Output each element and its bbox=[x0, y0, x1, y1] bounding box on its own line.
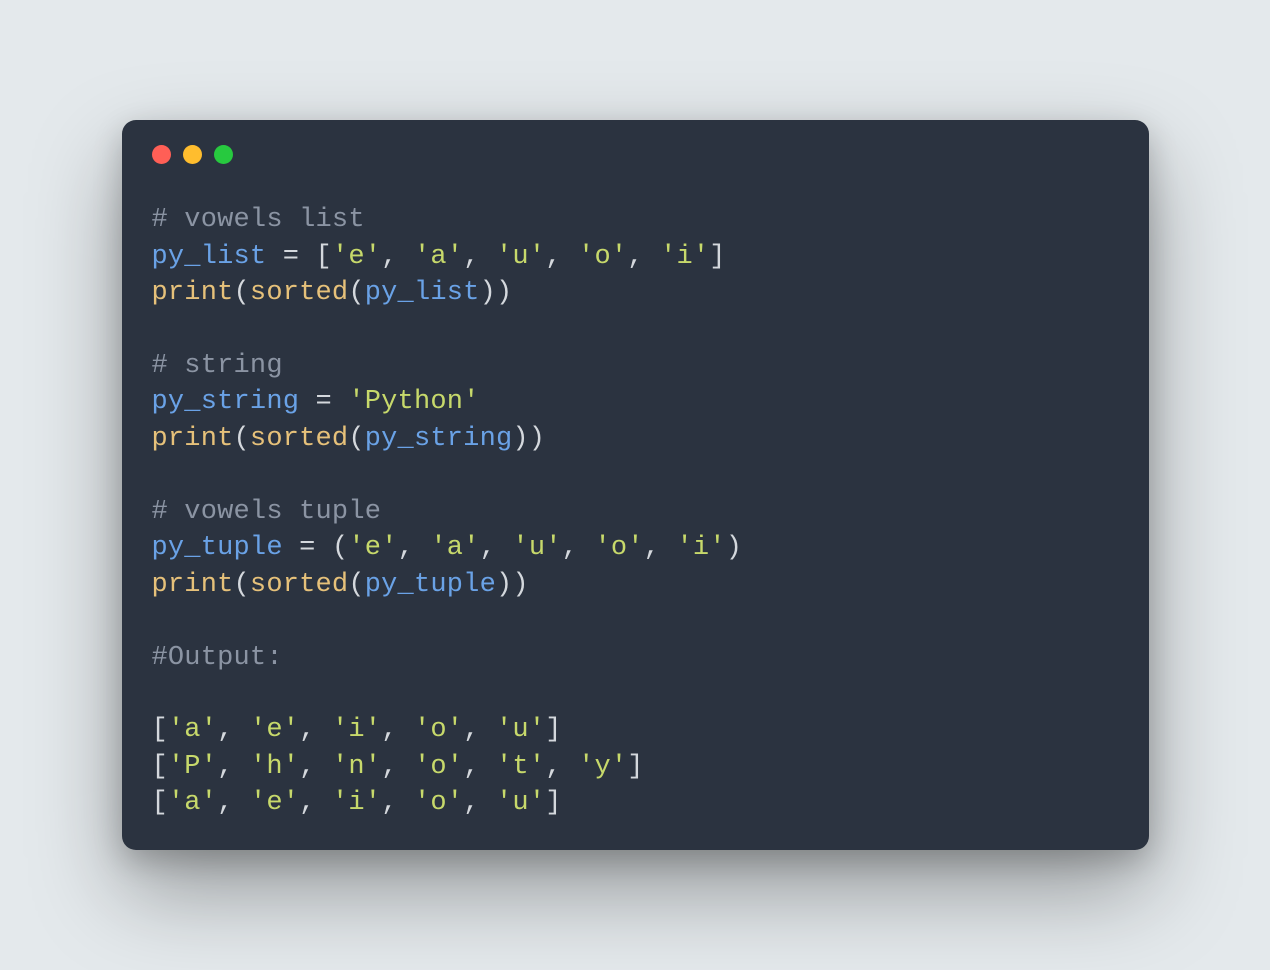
output-val: 'a' bbox=[168, 788, 217, 818]
ident-py-list: py_list bbox=[152, 242, 267, 272]
comma: , bbox=[463, 752, 496, 782]
func-sorted: sorted bbox=[250, 424, 348, 454]
func-sorted: sorted bbox=[250, 570, 348, 600]
ident-py-string: py_string bbox=[152, 387, 300, 417]
window-minimize-icon[interactable] bbox=[183, 145, 202, 164]
string-u: 'u' bbox=[496, 242, 545, 272]
output-bracket: ] bbox=[627, 752, 643, 782]
ident-py-tuple: py_tuple bbox=[365, 570, 496, 600]
string-i: 'i' bbox=[660, 242, 709, 272]
string-o: 'o' bbox=[578, 242, 627, 272]
comma: , bbox=[381, 715, 414, 745]
paren-open: ( bbox=[348, 278, 364, 308]
comma: , bbox=[217, 715, 250, 745]
func-print: print bbox=[152, 424, 234, 454]
output-val: 'n' bbox=[332, 752, 381, 782]
comma: , bbox=[299, 788, 332, 818]
string-i: 'i' bbox=[676, 533, 725, 563]
comment-vowels-tuple: # vowels tuple bbox=[152, 497, 382, 527]
comma: , bbox=[480, 533, 513, 563]
comma: , bbox=[381, 752, 414, 782]
output-bracket: [ bbox=[152, 752, 168, 782]
output-val: 'a' bbox=[168, 715, 217, 745]
window-titlebar bbox=[122, 120, 1149, 174]
output-bracket: ] bbox=[545, 788, 561, 818]
comment-string: # string bbox=[152, 351, 283, 381]
comma: , bbox=[545, 752, 578, 782]
comma: , bbox=[463, 715, 496, 745]
paren-open: ( bbox=[234, 424, 250, 454]
string-a: 'a' bbox=[414, 242, 463, 272]
comma: , bbox=[381, 788, 414, 818]
output-val: 'i' bbox=[332, 715, 381, 745]
paren-close: ) bbox=[512, 424, 528, 454]
paren-close: ) bbox=[480, 278, 496, 308]
output-val: 'u' bbox=[496, 788, 545, 818]
comma: , bbox=[463, 242, 496, 272]
paren-open: ( bbox=[348, 424, 364, 454]
func-sorted: sorted bbox=[250, 278, 348, 308]
comment-vowels-list: # vowels list bbox=[152, 205, 365, 235]
comma: , bbox=[463, 788, 496, 818]
output-val: 'i' bbox=[332, 788, 381, 818]
output-val: 'o' bbox=[414, 788, 463, 818]
paren-open: ( bbox=[234, 278, 250, 308]
code-block: # vowels list py_list = ['e', 'a', 'u', … bbox=[122, 174, 1149, 821]
paren-open: ( bbox=[348, 570, 364, 600]
comma: , bbox=[545, 242, 578, 272]
output-val: 'o' bbox=[414, 752, 463, 782]
comment-output: #Output: bbox=[152, 643, 283, 673]
output-val: 'h' bbox=[250, 752, 299, 782]
comma: , bbox=[627, 242, 660, 272]
output-val: 'y' bbox=[578, 752, 627, 782]
paren-close: ) bbox=[512, 570, 528, 600]
stage: # vowels list py_list = ['e', 'a', 'u', … bbox=[0, 0, 1270, 970]
comma: , bbox=[381, 242, 414, 272]
code-window: # vowels list py_list = ['e', 'a', 'u', … bbox=[122, 120, 1149, 849]
assign-op: = bbox=[299, 387, 348, 417]
comma: , bbox=[299, 752, 332, 782]
bracket-close: ] bbox=[709, 242, 725, 272]
string-o: 'o' bbox=[594, 533, 643, 563]
string-a: 'a' bbox=[430, 533, 479, 563]
ident-py-list: py_list bbox=[365, 278, 480, 308]
string-e: 'e' bbox=[332, 242, 381, 272]
bracket-open: [ bbox=[316, 242, 332, 272]
output-val: 'o' bbox=[414, 715, 463, 745]
func-print: print bbox=[152, 570, 234, 600]
comma: , bbox=[299, 715, 332, 745]
window-maximize-icon[interactable] bbox=[214, 145, 233, 164]
func-print: print bbox=[152, 278, 234, 308]
paren-close: ) bbox=[496, 570, 512, 600]
comma: , bbox=[398, 533, 431, 563]
comma: , bbox=[217, 788, 250, 818]
output-val: 'e' bbox=[250, 788, 299, 818]
comma: , bbox=[217, 752, 250, 782]
ident-py-string: py_string bbox=[365, 424, 513, 454]
comma: , bbox=[562, 533, 595, 563]
string-e: 'e' bbox=[348, 533, 397, 563]
output-val: 't' bbox=[496, 752, 545, 782]
output-bracket: [ bbox=[152, 788, 168, 818]
output-val: 'P' bbox=[168, 752, 217, 782]
comma: , bbox=[644, 533, 677, 563]
window-close-icon[interactable] bbox=[152, 145, 171, 164]
paren-close: ) bbox=[726, 533, 742, 563]
output-bracket: [ bbox=[152, 715, 168, 745]
string-python: 'Python' bbox=[348, 387, 479, 417]
paren-close: ) bbox=[496, 278, 512, 308]
paren-open: ( bbox=[234, 570, 250, 600]
string-u: 'u' bbox=[512, 533, 561, 563]
assign-op: = bbox=[266, 242, 315, 272]
ident-py-tuple: py_tuple bbox=[152, 533, 283, 563]
output-bracket: ] bbox=[545, 715, 561, 745]
paren-close: ) bbox=[529, 424, 545, 454]
output-val: 'u' bbox=[496, 715, 545, 745]
output-val: 'e' bbox=[250, 715, 299, 745]
assign-op: = bbox=[283, 533, 332, 563]
paren-open: ( bbox=[332, 533, 348, 563]
